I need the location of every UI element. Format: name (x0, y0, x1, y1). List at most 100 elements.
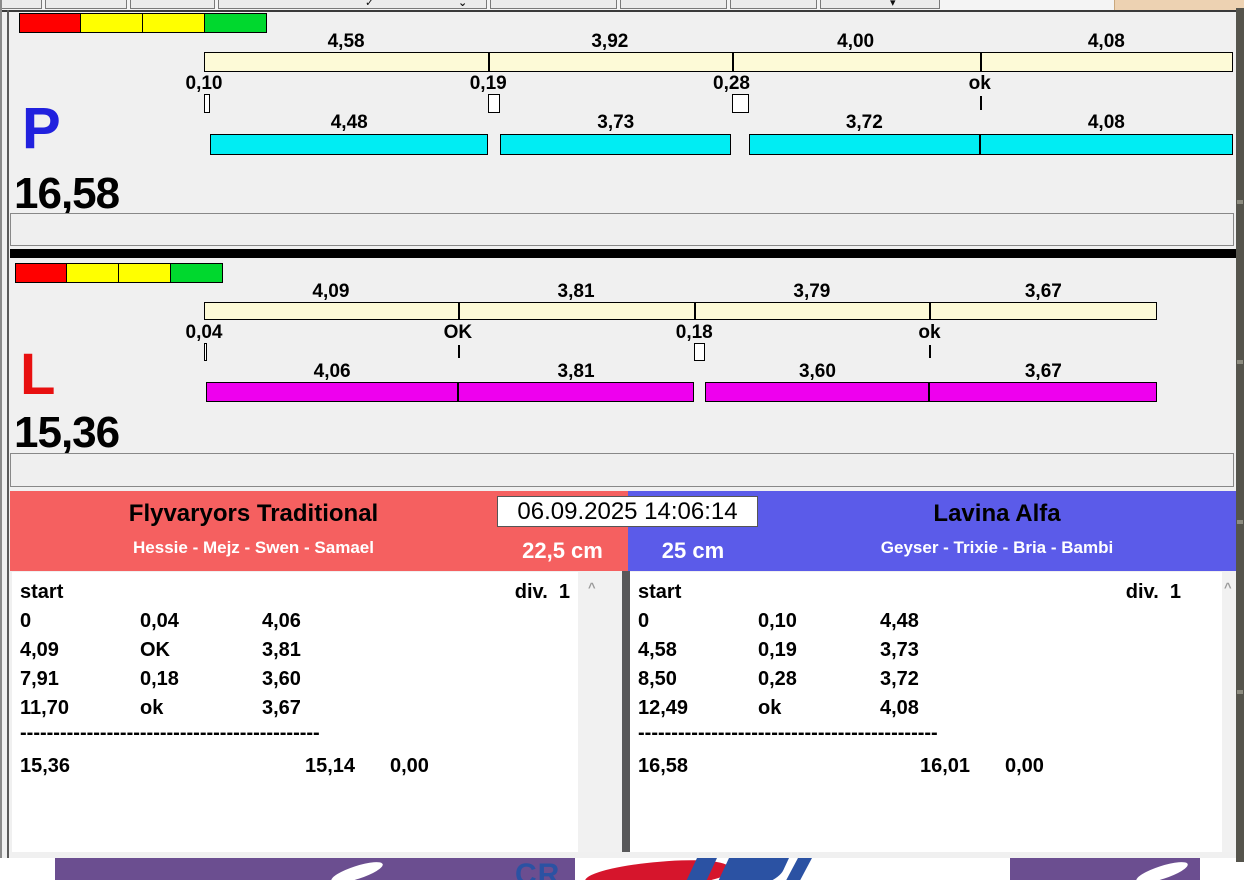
team-right-dogs: Geyser - Trixie - Bria - Bambi (880, 538, 1114, 557)
lane-p-pass-label: 0,28 (713, 73, 750, 94)
table-row-cell: 4,58 (638, 639, 677, 661)
lane-p-run-bar (748, 134, 980, 155)
banner-purple-right (1010, 857, 1200, 880)
lane-l-split-divider (457, 302, 460, 320)
lane-l-pass-label: 0,18 (675, 322, 713, 343)
lane-p-traffic-light-cell (19, 13, 82, 33)
lane-p-run-time: 3,72 (845, 112, 883, 133)
lane-l-run-bar (206, 382, 458, 402)
lane-l-pass-ok-marker (457, 345, 460, 358)
toolbar-segment[interactable] (45, 0, 127, 9)
table-row-cell: 4,06 (262, 610, 301, 632)
lane-l-pass-gap-box (204, 343, 207, 361)
table-row-cell: 0,04 (140, 610, 179, 632)
datetime-display: 06.09.2025 14:06:14 (497, 496, 758, 527)
lane-p-pass-gap-box (204, 94, 211, 113)
toolbar-segment[interactable] (620, 0, 727, 9)
team-right-jump-height: 25 cm (661, 538, 725, 563)
lane-l-total-time: 15,36 (14, 408, 120, 457)
lane-l-split-time: 3,67 (1024, 281, 1062, 302)
table-row-cell: 0 (20, 610, 32, 632)
lane-p-total-time: 16,58 (14, 169, 120, 218)
lane-l-split-divider (929, 302, 932, 320)
table-total-time: 16,58 (638, 755, 689, 777)
lane-p-split-divider (488, 52, 491, 72)
table-row-cell: 0,28 (758, 668, 797, 690)
lane-p-traffic-light-cell (142, 13, 205, 33)
toolbar-segment[interactable] (730, 0, 817, 9)
banner-purple-left (55, 857, 575, 880)
lane-divider (10, 249, 1236, 258)
lane-l-run-time: 3,67 (1024, 361, 1062, 382)
table-separator: ----------------------------------------… (20, 722, 320, 744)
lane-l-pass-label: 0,04 (185, 322, 223, 343)
toolbar-segment[interactable] (218, 0, 487, 9)
table-row-cell: 0,18 (140, 668, 179, 690)
table-row-cell: 4,09 (20, 639, 59, 661)
lane-l-split-time: 3,79 (793, 281, 831, 302)
lane-p-pass-gap-box (731, 94, 749, 113)
table-total-time: 15,36 (20, 755, 71, 777)
lane-p-pass-ok-marker (979, 96, 982, 110)
toolbar-segment[interactable] (820, 0, 940, 9)
edge-notch (1237, 200, 1243, 204)
table-division-label: div. 1 (1125, 581, 1181, 603)
scroll-up-icon[interactable]: ^ (1224, 580, 1232, 595)
team-right-scrollbar[interactable]: ^ (1222, 572, 1236, 853)
table-start-label: start (638, 581, 682, 603)
team-left-result-table[interactable]: start div. 1 0 0,04 4,06 4,09 OK 3,81 7,91 0,18 3,… (12, 572, 578, 853)
table-row-cell: ok (758, 697, 782, 719)
table-start-label: start (20, 581, 64, 603)
toolbar-check-icon: ✓ (365, 0, 375, 9)
banner-bird-icon (1134, 857, 1190, 880)
lane-l-split-time: 3,81 (557, 281, 595, 302)
lane-l-run-time: 4,06 (313, 361, 351, 382)
table-separator: ----------------------------------------… (638, 722, 938, 744)
lane-p-split-bar (204, 52, 1233, 72)
lane-p-split-divider (979, 52, 982, 72)
table-row-cell: 0,19 (758, 639, 797, 661)
lane-p-label: P (22, 96, 61, 161)
lane-p-pass-label: ok (968, 73, 991, 94)
table-penalty: 0,00 (1005, 755, 1044, 777)
lane-l-label: L (20, 342, 56, 407)
team-left-scrollbar[interactable]: ^ (578, 572, 622, 853)
lane-l-traffic-light-cell (118, 263, 171, 283)
table-row-cell: 11,70 (20, 697, 69, 719)
lane-l-traffic-light-cell (170, 263, 223, 283)
lane-p-split-time: 4,00 (837, 31, 875, 52)
scroll-up-icon[interactable]: ^ (588, 580, 596, 595)
table-sum-time: 15,14 (305, 755, 356, 777)
lane-l-split-time: 4,09 (312, 281, 350, 302)
toolbar-segment[interactable] (490, 0, 617, 9)
table-row-cell: 3,72 (880, 668, 919, 690)
toolbar-segment[interactable] (0, 0, 42, 9)
lane-l-traffic-light-cell (66, 263, 119, 283)
table-row-cell: 4,48 (880, 610, 919, 632)
lane-l-run-time: 3,60 (798, 361, 836, 382)
toolbar-caret-icon: ⌄ (458, 0, 468, 9)
table-sum-time: 16,01 (920, 755, 971, 777)
lane-p-split-divider (731, 52, 734, 72)
table-row-cell: 3,73 (880, 639, 919, 661)
lane-p-pass-gap-box (488, 94, 501, 113)
lane-p-run-bar (979, 134, 1233, 155)
edge-notch (1237, 520, 1243, 524)
toolbar-segment[interactable] (130, 0, 215, 9)
table-division-label: div. 1 (514, 581, 570, 603)
lane-l-split-bar (204, 302, 1158, 320)
toolbar-dropdown-icon: ▾ (890, 0, 896, 9)
table-row-cell: 12,49 (638, 697, 689, 719)
table-row-cell: 3,81 (262, 639, 301, 661)
lane-l-pass-label: ok (918, 322, 941, 343)
lane-p-run-bar (210, 134, 489, 155)
team-right-name: Lavina Alfa (933, 500, 1061, 527)
team-left-dogs: Hessie - Mejz - Swen - Samael (133, 538, 374, 557)
lane-p-run-time: 4,48 (330, 112, 368, 133)
table-divider (622, 571, 630, 858)
team-left-jump-height: 22,5 cm (522, 538, 603, 563)
lane-l-pass-gap-box (694, 343, 706, 361)
lane-p-run-time: 4,08 (1087, 112, 1125, 133)
team-right-result-table[interactable]: start div. 1 0 0,10 4,48 4,58 0,19 3,73 8,50 0,28… (630, 572, 1222, 853)
lane-p-run-time: 3,73 (597, 112, 635, 133)
